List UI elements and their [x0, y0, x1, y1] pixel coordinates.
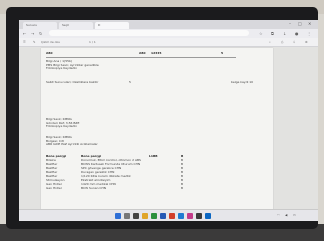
- header-left: ABC: [46, 51, 53, 55]
- header-divider: [46, 57, 236, 58]
- pdf-save-icon[interactable]: ⇩: [293, 40, 296, 44]
- pdf-print-icon[interactable]: ⎙: [281, 40, 283, 44]
- draw-icon[interactable]: ✎: [33, 40, 36, 44]
- app-icon[interactable]: [187, 213, 193, 219]
- pdf-page-info: 1 / 1: [89, 40, 96, 44]
- table-cell: Gen Hidler: [46, 186, 62, 190]
- header-mid1: ABC: [139, 51, 146, 55]
- back-icon[interactable]: ←: [23, 31, 26, 36]
- address-bar[interactable]: [49, 30, 249, 36]
- star-icon[interactable]: ☆: [259, 31, 263, 36]
- extensions-icon[interactable]: ⧉: [271, 31, 274, 36]
- tab-label: Seçil: [62, 23, 70, 27]
- pdf-settings-icon[interactable]: ⚙: [305, 40, 308, 44]
- edge-icon[interactable]: [178, 213, 184, 219]
- reload-icon[interactable]: ↻: [39, 31, 42, 36]
- pdf-search-icon[interactable]: ⌕: [269, 40, 271, 44]
- section2-line: ABR IADE PAZ Ayrintili Aciklamalar: [46, 142, 98, 147]
- tab-label: D: [98, 23, 101, 27]
- pdf-zoom-label[interactable]: Çizim ile oku: [41, 40, 60, 44]
- pdf-menu-icon[interactable]: ☰: [23, 40, 26, 44]
- browser-tab[interactable]: Sunucu: [23, 22, 57, 29]
- search-icon[interactable]: [124, 213, 130, 219]
- start-icon[interactable]: [115, 213, 121, 219]
- note-right: belge kaydi 10: [231, 80, 254, 84]
- note-mid: 5: [129, 80, 131, 84]
- laptop-bezel: Sunucu Seçil D – □ ✕ ← → ↻ ☆ ⧉ ↓ ● ⋮ ☰ ✎: [6, 7, 318, 229]
- browser-tab-bar: Sunucu Seçil D – □ ✕: [19, 20, 318, 29]
- battery-icon[interactable]: ▭: [293, 213, 296, 217]
- pdf-toolbar: ☰ ✎ Çizim ile oku 1 / 1 ⌕ ⎙ ⇩ ⚙: [19, 38, 318, 47]
- maximize-icon[interactable]: □: [298, 21, 302, 26]
- volume-icon[interactable]: ◀: [285, 213, 287, 217]
- table-cell: B: [181, 186, 184, 190]
- table-cell: BCW Sunan CHN: [81, 186, 107, 190]
- profile-icon[interactable]: ●: [295, 31, 299, 36]
- task-view-icon[interactable]: [133, 213, 139, 219]
- browser-tab[interactable]: Seçil: [59, 22, 93, 29]
- wifi-icon[interactable]: ◠: [277, 213, 280, 217]
- header-mid2: 12345: [151, 51, 162, 55]
- excel-icon[interactable]: [151, 213, 157, 219]
- download-icon[interactable]: ↓: [283, 31, 286, 36]
- chrome-icon[interactable]: [169, 213, 175, 219]
- pdf-page: ABC ABC 12345 5 Bilgi Ana / 1(55b) PMS B…: [41, 48, 273, 218]
- tab-label: Sunucu: [26, 23, 38, 27]
- section-line: Fotokopiye Kaydedin: [46, 124, 78, 129]
- menu-icon[interactable]: ⋮: [307, 31, 311, 36]
- taskbar: ◠ ◀ ▭: [19, 209, 318, 221]
- laptop-screen: Sunucu Seçil D – □ ✕ ← → ↻ ☆ ⧉ ↓ ● ⋮ ☰ ✎: [19, 20, 318, 221]
- table-header-cell: L1BB: [149, 154, 158, 158]
- intro-line: Fotokopiye Kaydedin: [46, 66, 78, 71]
- note-left: Sabit Sunuculari; Ozelliklere bakilir: [46, 80, 99, 84]
- close-icon[interactable]: ✕: [308, 21, 311, 26]
- app-icon[interactable]: [196, 213, 202, 219]
- file-explorer-icon[interactable]: [142, 213, 148, 219]
- outlook-icon[interactable]: [205, 213, 211, 219]
- browser-tab-active[interactable]: D: [95, 22, 129, 29]
- word-icon[interactable]: [160, 213, 166, 219]
- forward-icon[interactable]: →: [31, 31, 34, 36]
- minimize-icon[interactable]: –: [289, 21, 291, 26]
- header-right: 5: [221, 51, 224, 55]
